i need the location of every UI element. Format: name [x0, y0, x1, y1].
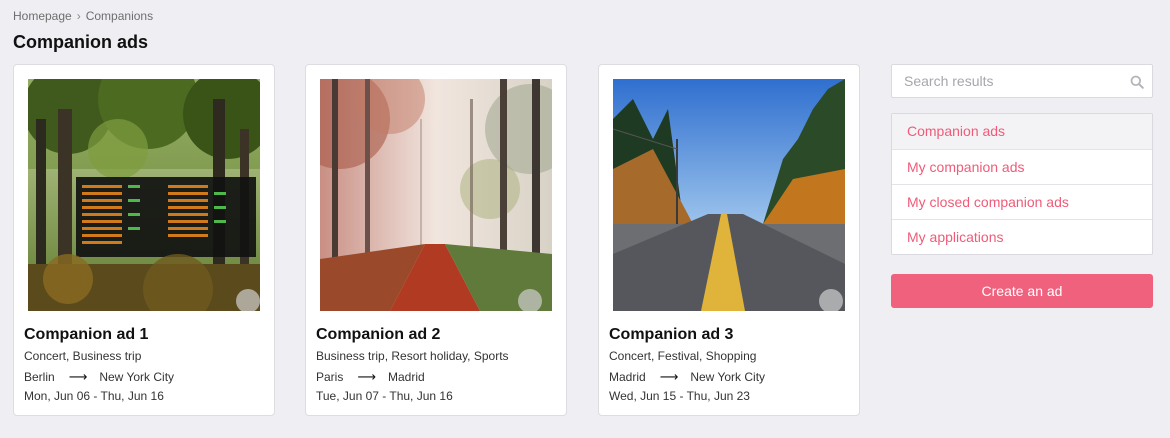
- route-from: Paris: [316, 370, 344, 384]
- search-input[interactable]: [904, 73, 1124, 89]
- ad-title[interactable]: Companion ad 3: [609, 326, 733, 344]
- ad-image[interactable]: [28, 79, 260, 311]
- ad-dates: Tue, Jun 07 - Thu, Jun 16: [316, 389, 453, 403]
- breadcrumb-separator: ›: [76, 9, 81, 23]
- breadcrumb-homepage[interactable]: Homepage: [13, 9, 72, 23]
- ad-card[interactable]: Companion ad 3 Concert, Festival, Shoppi…: [598, 64, 860, 416]
- ad-dates: Wed, Jun 15 - Thu, Jun 23: [609, 389, 750, 403]
- ad-route: Paris ⟶ Madrid: [316, 369, 425, 385]
- route-to: New York City: [690, 370, 766, 384]
- route-from: Madrid: [609, 370, 646, 384]
- create-ad-button[interactable]: Create an ad: [891, 274, 1153, 308]
- ad-title[interactable]: Companion ad 2: [316, 326, 440, 344]
- ad-route: Madrid ⟶ New York City: [609, 369, 765, 385]
- ad-tags: Business trip, Resort holiday, Sports: [316, 349, 509, 363]
- menu-item-companion-ads[interactable]: Companion ads: [892, 114, 1152, 149]
- ad-card[interactable]: Companion ad 1 Concert, Business trip Be…: [13, 64, 275, 416]
- ad-image[interactable]: [320, 79, 552, 311]
- arrow-right-icon: ⟶: [357, 369, 376, 384]
- page-title: Companion ads: [13, 32, 149, 52]
- ad-tags: Concert, Business trip: [24, 349, 142, 363]
- arrow-right-icon: ⟶: [68, 369, 88, 384]
- ad-card[interactable]: Companion ad 2 Business trip, Resort hol…: [305, 64, 567, 416]
- ad-title[interactable]: Companion ad 1: [24, 326, 148, 344]
- sidebar-menu: Companion ads My companion ads My closed…: [891, 113, 1153, 255]
- ad-image[interactable]: [613, 79, 845, 311]
- route-to: Madrid: [387, 370, 425, 384]
- ad-tags: Concert, Festival, Shopping: [609, 349, 757, 363]
- arrow-right-icon: ⟶: [659, 369, 679, 384]
- breadcrumb-companions: Companions: [85, 9, 154, 23]
- search-icon[interactable]: [1130, 75, 1144, 94]
- ad-dates: Mon, Jun 06 - Thu, Jun 16: [24, 389, 164, 403]
- menu-item-my-closed-companion-ads[interactable]: My closed companion ads: [892, 184, 1152, 219]
- breadcrumb: Homepage › Companions: [13, 9, 153, 23]
- route-to: New York City: [99, 370, 175, 384]
- menu-item-my-applications[interactable]: My applications: [892, 219, 1152, 254]
- ad-route: Berlin ⟶ New York City: [24, 369, 174, 385]
- route-from: Berlin: [24, 370, 55, 384]
- search-box: [891, 64, 1153, 98]
- menu-item-my-companion-ads[interactable]: My companion ads: [892, 149, 1152, 184]
